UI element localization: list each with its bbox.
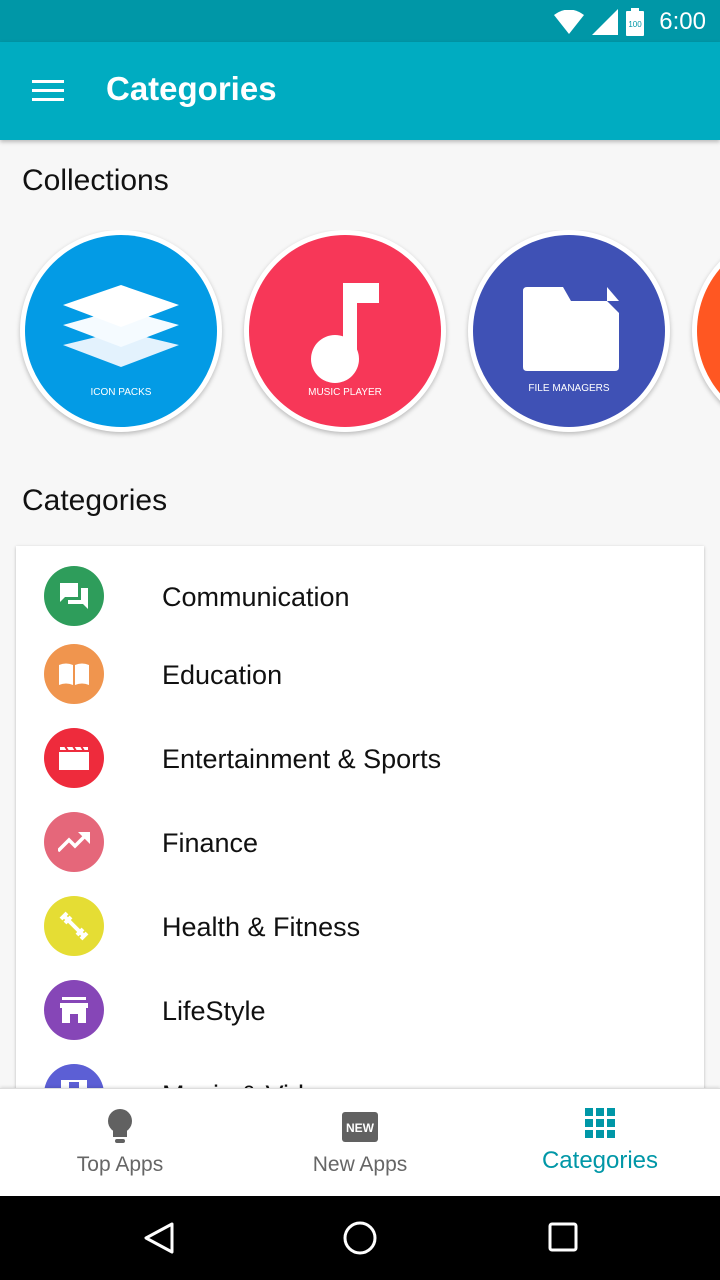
category-lifestyle[interactable]: LifeStyle: [16, 968, 704, 1052]
collection-partial[interactable]: [692, 230, 720, 432]
movie-icon: [44, 728, 104, 788]
collection-circle: ICON PACKS: [25, 235, 217, 427]
categories-heading: Categories: [22, 484, 168, 517]
bottom-navigation: Top Apps NEW New Apps Categories: [0, 1088, 720, 1196]
category-label: LifeStyle: [162, 996, 266, 1026]
collection-circle: [697, 235, 720, 427]
new-badge-icon: NEW: [340, 1107, 380, 1147]
signal-icon: [592, 9, 618, 35]
collection-circle: FILE MANAGERS: [473, 235, 665, 427]
svg-text:100: 100: [628, 20, 642, 29]
clock: 6:00: [659, 8, 706, 35]
menu-icon[interactable]: [32, 78, 66, 104]
category-education[interactable]: Education: [16, 632, 704, 716]
collections-heading: Collections: [22, 164, 169, 197]
chat-icon: [44, 566, 104, 626]
recents-icon[interactable]: [540, 1216, 584, 1260]
collection-label: ICON PACKS: [90, 387, 152, 398]
page-title: Categories: [106, 70, 277, 107]
category-label: Education: [162, 660, 283, 690]
category-label: Communication: [162, 582, 350, 612]
nav-label: Top Apps: [76, 1153, 164, 1176]
nav-label: New Apps: [312, 1153, 408, 1176]
fitness-icon: [44, 896, 104, 956]
status-bar: 100 6:00: [0, 0, 720, 42]
categories-list: Communication Education Entertainment & …: [16, 546, 704, 1106]
collection-label: FILE MANAGERS: [528, 383, 610, 394]
app-bar: Categories: [0, 42, 720, 140]
collection-file-managers[interactable]: FILE MANAGERS: [468, 230, 670, 432]
book-icon: [44, 644, 104, 704]
collection-circle: MUSIC PLAYER: [249, 235, 441, 427]
nav-top-apps[interactable]: Top Apps: [0, 1089, 240, 1197]
music-note-icon: [311, 283, 379, 383]
svg-text:NEW: NEW: [346, 1121, 375, 1135]
nav-label: Categories: [541, 1147, 659, 1174]
category-entertainment-sports[interactable]: Entertainment & Sports: [16, 716, 704, 800]
collections-carousel[interactable]: ICON PACKS MUSIC PLAYER FILE MANAGERS: [0, 230, 720, 440]
category-communication[interactable]: Communication: [16, 554, 704, 638]
category-label: Entertainment & Sports: [162, 744, 442, 774]
trending-up-icon: [44, 812, 104, 872]
category-finance[interactable]: Finance: [16, 800, 704, 884]
layers-icon: [63, 285, 179, 367]
battery-icon: 100: [626, 8, 644, 36]
collection-music-player[interactable]: MUSIC PLAYER: [244, 230, 446, 432]
collection-label: MUSIC PLAYER: [308, 387, 382, 398]
system-navigation-bar: [0, 1196, 720, 1280]
collection-icon-packs[interactable]: ICON PACKS: [20, 230, 222, 432]
wifi-icon: [554, 10, 584, 34]
store-icon: [44, 980, 104, 1040]
category-health-fitness[interactable]: Health & Fitness: [16, 884, 704, 968]
nav-new-apps[interactable]: NEW New Apps: [240, 1089, 480, 1197]
lightbulb-icon: [100, 1107, 140, 1147]
folder-icon: [523, 287, 619, 371]
category-label: Health & Fitness: [162, 912, 361, 942]
grid-icon: [580, 1103, 620, 1143]
nav-categories[interactable]: Categories: [480, 1089, 720, 1197]
category-label: Finance: [162, 828, 259, 858]
status-icons: 100: [554, 8, 644, 36]
home-icon[interactable]: [338, 1216, 382, 1260]
back-icon[interactable]: [138, 1216, 182, 1260]
